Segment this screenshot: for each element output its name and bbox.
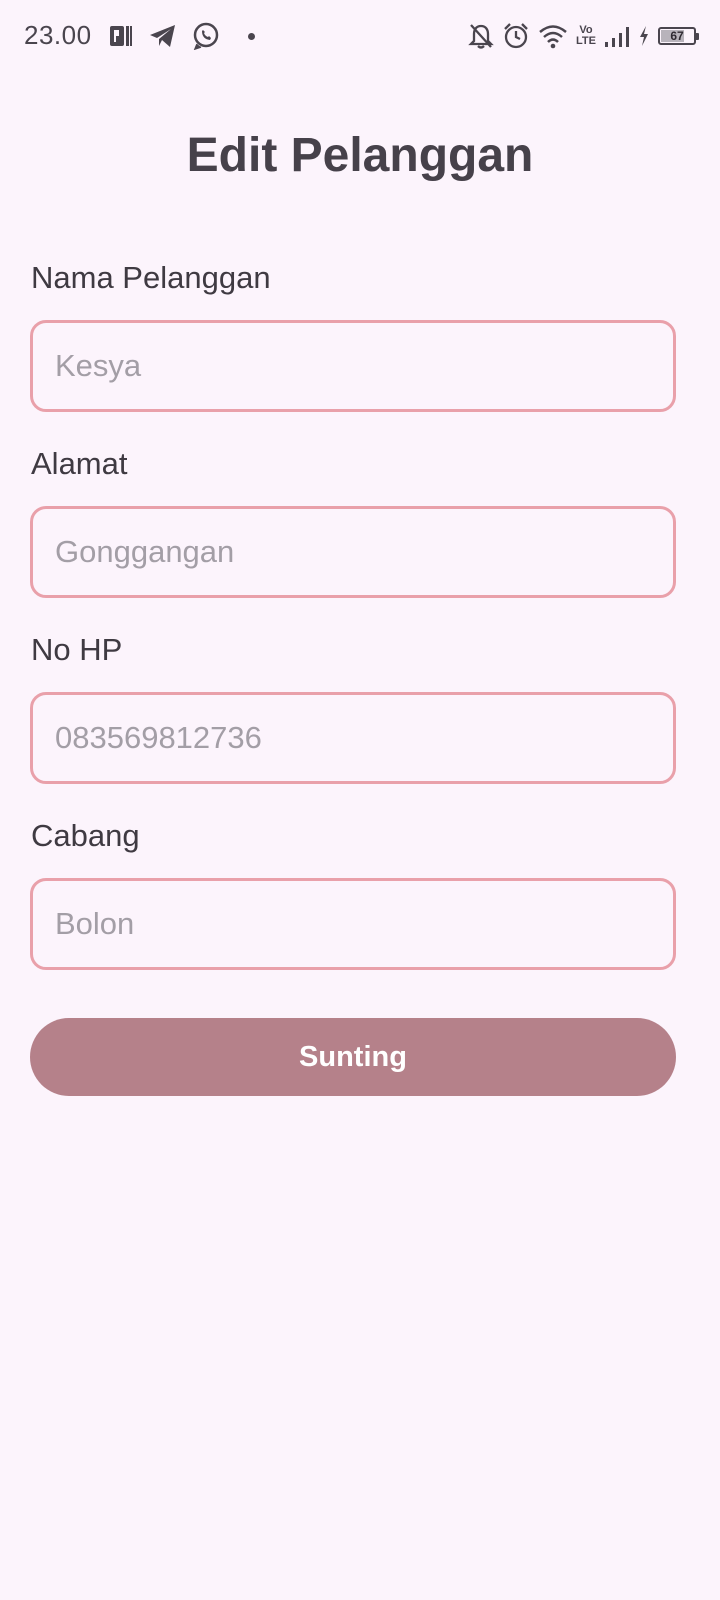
whatsapp-icon [192,22,220,50]
parking-app-icon [108,23,134,49]
name-input[interactable] [30,320,676,412]
address-input[interactable] [30,506,676,598]
volte-icon: Vo LTE [576,25,596,47]
page-title: Edit Pelanggan [186,129,534,182]
branch-label: Cabang [31,818,140,853]
signal-icon [604,24,630,48]
volte-label-bottom: LTE [576,35,596,47]
name-label: Nama Pelanggan [31,260,271,295]
address-label: Alamat [31,446,128,481]
status-right-icons: Vo LTE 67 [468,20,699,52]
branch-input[interactable] [30,878,676,970]
phone-input[interactable] [30,692,676,784]
notification-dot [248,32,255,40]
battery-icon: 67 [658,27,699,45]
telegram-icon [148,23,178,49]
charging-icon [638,25,650,47]
bell-off-icon [468,22,494,50]
wifi-icon [538,23,568,49]
alarm-icon [502,22,530,50]
status-time: 23.00 [24,20,92,50]
edit-submit-button[interactable]: Sunting [30,1018,676,1096]
phone-label: No HP [31,632,123,667]
status-left-icons [108,20,255,52]
status-bar: 23.00 Vo LTE 67 [0,0,720,72]
battery-level: 67 [670,29,684,43]
